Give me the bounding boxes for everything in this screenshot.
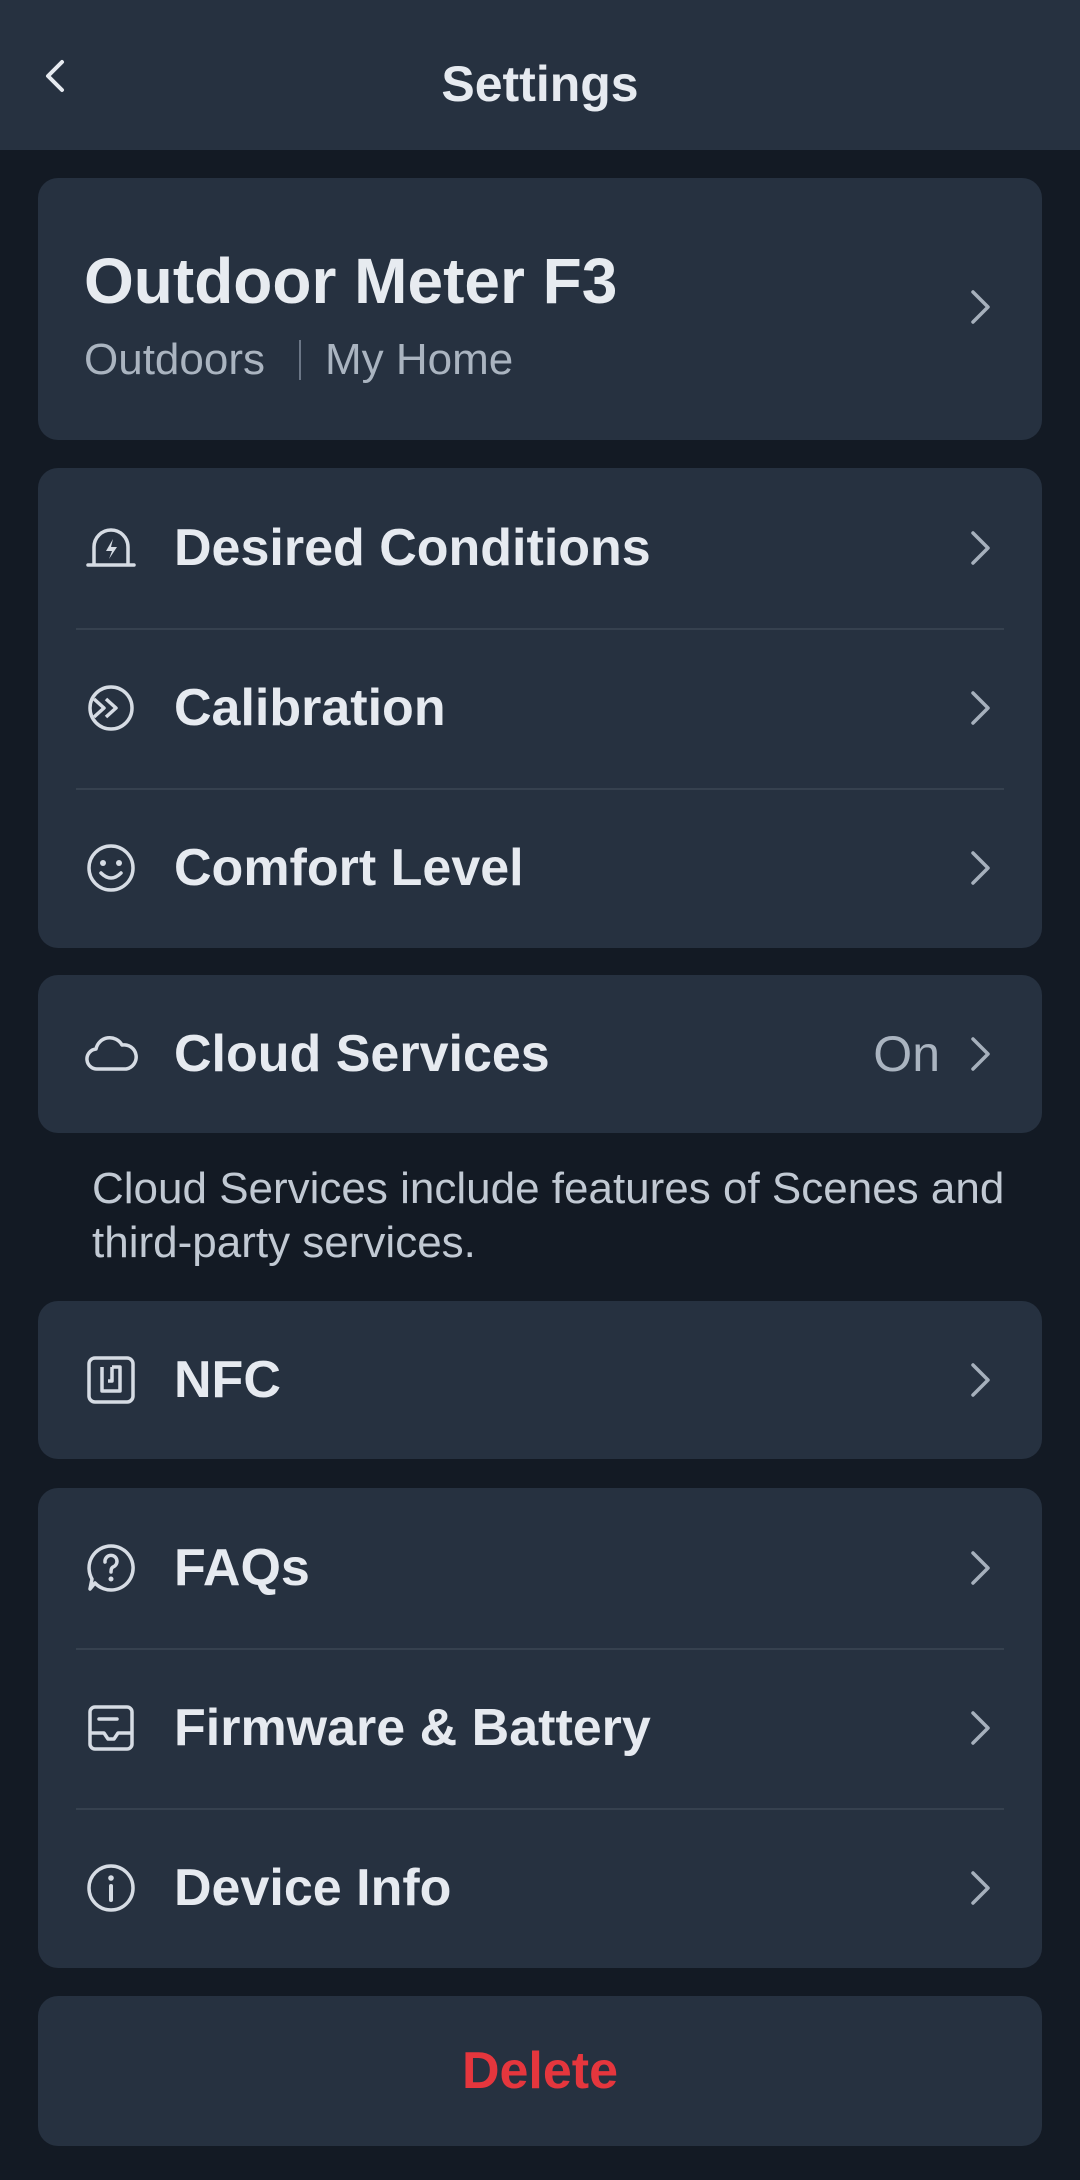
top-app-bar: Settings	[0, 0, 1080, 150]
cloud-icon	[85, 1036, 138, 1071]
chevron-right-icon	[971, 1363, 990, 1397]
nfc-label: NFC	[174, 1351, 281, 1409]
calibration-label: Calibration	[174, 679, 446, 737]
calibration-row[interactable]: Calibration	[38, 628, 1042, 788]
info-icon	[87, 1864, 135, 1912]
device-home: My Home	[324, 335, 514, 384]
chevron-right-icon	[971, 1711, 990, 1745]
device-info-row[interactable]: Device Info	[38, 1808, 1042, 1968]
delete-button[interactable]: Delete	[38, 1996, 1042, 2146]
device-info-label: Device Info	[174, 1859, 452, 1917]
smiley-icon	[87, 844, 135, 892]
conditions-group: Desired Conditions Calibration Comfort L…	[38, 468, 1042, 948]
nfc-icon	[87, 1356, 135, 1404]
delete-label: Delete	[461, 2042, 619, 2100]
chevron-right-icon	[971, 851, 990, 885]
chevron-right-icon	[971, 1037, 990, 1071]
faqs-row[interactable]: FAQs	[38, 1488, 1042, 1648]
desired-conditions-label: Desired Conditions	[174, 519, 651, 577]
chevron-right-icon	[971, 691, 990, 725]
chevron-right-icon	[971, 290, 990, 324]
support-group: FAQs Firmware & Battery Device Info	[38, 1488, 1042, 1968]
chevron-right-icon	[971, 1551, 990, 1585]
firmware-battery-label: Firmware & Battery	[174, 1699, 651, 1757]
alert-bell-icon	[86, 528, 136, 567]
chevron-right-icon	[971, 1871, 990, 1905]
chevron-right-icon	[971, 531, 990, 565]
firmware-icon	[88, 1705, 134, 1751]
cloud-services-status: On	[873, 1026, 940, 1082]
device-room: Outdoors	[84, 335, 265, 384]
nfc-card: NFC	[38, 1301, 1042, 1459]
comfort-level-label: Comfort Level	[174, 839, 524, 897]
nfc-row[interactable]: NFC	[38, 1301, 1042, 1459]
cloud-services-note: Cloud Services include features of Scene…	[92, 1164, 1005, 1267]
faqs-label: FAQs	[174, 1539, 310, 1597]
firmware-battery-row[interactable]: Firmware & Battery	[38, 1648, 1042, 1808]
calibration-icon	[88, 685, 134, 731]
device-name: Outdoor Meter F3	[84, 245, 618, 317]
comfort-level-row[interactable]: Comfort Level	[38, 788, 1042, 948]
page-title: Settings	[441, 56, 639, 112]
meta-divider	[298, 340, 301, 380]
question-bubble-icon	[87, 1544, 135, 1592]
desired-conditions-row[interactable]: Desired Conditions	[38, 468, 1042, 628]
cloud-services-label: Cloud Services	[174, 1025, 550, 1083]
device-location: Outdoors My Home	[84, 334, 513, 386]
device-card[interactable]: Outdoor Meter F3 Outdoors My Home	[38, 178, 1042, 440]
cloud-services-card: Cloud Services On	[38, 975, 1042, 1133]
cloud-services-row[interactable]: Cloud Services On	[38, 975, 1042, 1133]
